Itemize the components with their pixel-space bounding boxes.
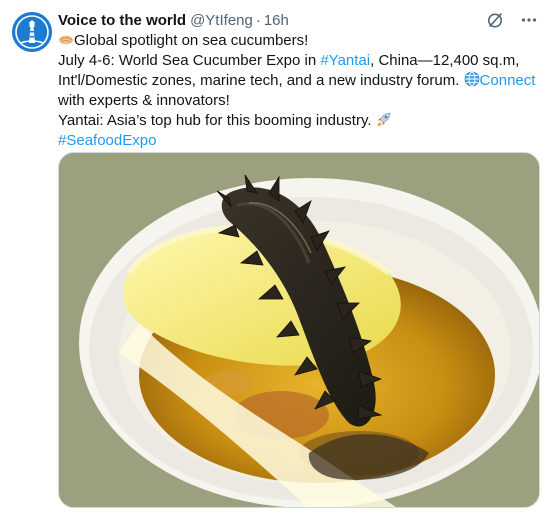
sea-cucumber-emoji <box>58 31 74 47</box>
tweet-line-2-suffix: , China—12,400 sq.m, <box>370 52 520 69</box>
tweet-line-2: July 4-6: World Sea Cucumber Expo in #Ya… <box>58 51 546 71</box>
lighthouse-icon <box>12 12 52 52</box>
user-handle[interactable]: @YtIfeng <box>190 12 253 29</box>
separator-dot: · <box>255 11 261 29</box>
rocket-emoji <box>376 111 392 127</box>
globe-emoji <box>464 71 480 87</box>
tweet-line-4: with experts & innovators! <box>58 91 546 111</box>
tweet-line-1-text: Global spotlight on sea cucumbers! <box>74 32 309 49</box>
tweet-text: Global spotlight on sea cucumbers! July … <box>58 31 546 151</box>
tweet-actions-top <box>484 10 540 30</box>
tweet-line-2-prefix: July 4-6: World Sea Cucumber Expo in <box>58 52 321 69</box>
tweet-line-4-text: with experts & innovators! <box>58 92 230 109</box>
timestamp[interactable]: 16h <box>264 12 289 29</box>
tweet-line-5-text: Yantai: Asia’s top hub for this booming … <box>58 112 376 129</box>
tweet-line-3-link: Connect <box>479 72 536 89</box>
tweet-media-image[interactable] <box>58 152 540 508</box>
tweet-line-5: Yantai: Asia’s top hub for this booming … <box>58 111 546 131</box>
sea-cucumber-soup-image <box>59 153 539 507</box>
hashtag-seafoodexpo-link[interactable]: #SeafoodExpo <box>58 132 156 149</box>
tweet-header: Voice to the world @YtIfeng · 16h <box>58 10 289 30</box>
slash-circle-icon[interactable] <box>484 10 506 30</box>
more-horizontal-icon[interactable] <box>518 10 540 30</box>
tweet-line-6: #SeafoodExpo <box>58 131 546 151</box>
tweet-card[interactable]: Voice to the world @YtIfeng · 16h Global… <box>0 0 554 513</box>
display-name[interactable]: Voice to the world <box>58 12 186 29</box>
tweet-line-3: Int'l/Domestic zones, marine tech, and a… <box>58 71 546 91</box>
avatar[interactable] <box>12 12 52 52</box>
tweet-line-3-text: Int'l/Domestic zones, marine tech, and a… <box>58 72 464 89</box>
tweet-line-1: Global spotlight on sea cucumbers! <box>58 31 546 51</box>
hashtag-yantai-link[interactable]: #Yantai <box>320 52 370 69</box>
